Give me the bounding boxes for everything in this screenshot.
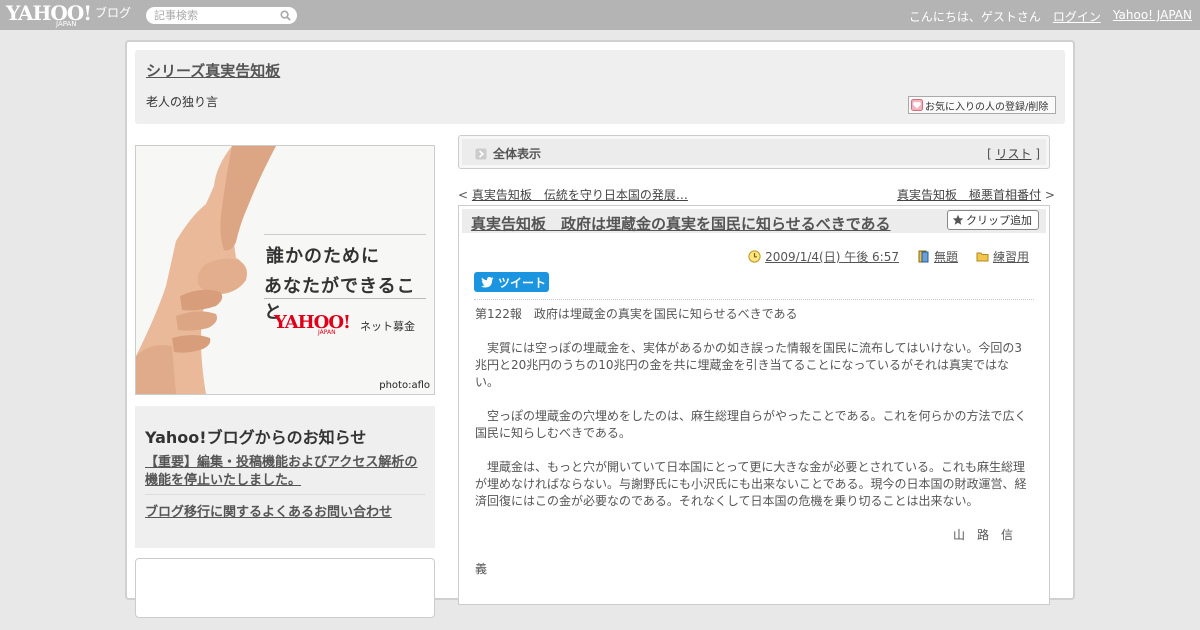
tweet-label: ツイート (498, 275, 547, 290)
article-paragraph: 第122報 政府は埋蔵金の真実を国民に知らせるべきである (475, 307, 798, 321)
view-all-bar: 全体表示 [ リスト ] (458, 135, 1050, 169)
charity-ad-banner[interactable]: 誰かのために あなたができること YAHOO! JAPAN ネット募金 phot… (135, 145, 435, 395)
prev-article-link[interactable]: 真実告知板 伝統を守り日本国の発展… (472, 188, 688, 202)
view-all-inner: 全体表示 [ リスト ] (462, 139, 1046, 165)
twitter-bird-icon (481, 276, 494, 287)
arrow-right-icon (475, 148, 487, 160)
favorite-register-label: お気に入りの人の登録/削除 (925, 101, 1049, 113)
yahoo-logo-text: YAHOO! JAPAN (6, 1, 92, 28)
next-article-nav: 真実告知板 極悪首相番付 > (897, 186, 1055, 203)
favorite-register-button[interactable]: お気に入りの人の登録/削除 (908, 96, 1056, 114)
list-bracket-close: ] (1031, 147, 1040, 161)
sidebar-module (135, 558, 435, 618)
list-link-wrapper: [ リスト ] (987, 145, 1040, 162)
handshake-photo (136, 146, 434, 394)
article-signature-end: 義 (475, 562, 488, 576)
list-link[interactable]: リスト (995, 147, 1031, 161)
notice-link-important[interactable]: 【重要】編集・投稿機能およびアクセス解析の機能を停止いたしました。 (145, 454, 427, 490)
yahoo-blog-logo[interactable]: YAHOO! JAPAN ブログ (6, 2, 131, 28)
article-paragraph: 埋蔵金は、もっと穴が開いていて日本国にとって更に大きな金が必要とされている。これ… (475, 460, 1027, 508)
article-paragraph: 空っぽの埋蔵金の穴埋めをしたのは、麻生総理自らがやったことである。これを何らかの… (475, 409, 1027, 440)
book-icon (918, 250, 929, 263)
top-links: こんにちは、ゲストさん ログイン Yahoo! JAPAN (909, 8, 1192, 25)
blog-description: 老人の独り言 (146, 95, 219, 109)
folder-icon (976, 252, 989, 262)
blog-frame: シリーズ真実告知板 老人の独り言 お気に入りの人の登録/削除 誰かのために あな… (125, 40, 1075, 618)
ad-yahoo-logo: YAHOO! (274, 312, 351, 333)
article: 真実告知板 政府は埋蔵金の真実を国民に知らせるべきである クリップ追加 2009… (458, 205, 1050, 605)
yahoo-japan-link[interactable]: Yahoo! JAPAN (1113, 8, 1192, 25)
next-article-link[interactable]: 真実告知板 極悪首相番付 (897, 188, 1041, 202)
ad-service-name: ネット募金 (360, 320, 415, 333)
article-body: 第122報 政府は埋蔵金の真実を国民に知らせるべきである 実質には空っぽの埋蔵金… (475, 306, 1031, 595)
ad-divider (264, 298, 426, 299)
article-theme-link[interactable]: 無題 (934, 248, 958, 265)
heart-icon (911, 99, 923, 111)
top-bar: YAHOO!JAPAN ブログ こんにちは、ゲストさん ログイン Yahoo! … (0, 0, 1200, 30)
prev-article-nav: < 真実告知板 伝統を守り日本国の発展… (458, 186, 688, 203)
notice-title: Yahoo!ブログからのお知らせ (145, 428, 367, 447)
yahoo-logo-sub: JAPAN (56, 20, 77, 28)
clock-icon (748, 250, 761, 263)
notice-divider (145, 494, 425, 495)
tweet-button[interactable]: ツイート (474, 272, 549, 292)
prev-mark: < (458, 188, 472, 202)
next-mark: > (1041, 188, 1055, 202)
article-paragraph: 実質には空っぽの埋蔵金を、実体があるかの如き誤った情報を国民に流布してはいけない… (475, 341, 1023, 389)
ad-yahoo-logo-sub: JAPAN (318, 329, 336, 336)
article-title[interactable]: 真実告知板 政府は埋蔵金の真実を国民に知らせるべきである (471, 213, 891, 234)
greeting-text: こんにちは、ゲストさん (908, 10, 1041, 24)
login-link[interactable]: ログイン (1053, 8, 1101, 25)
clip-add-button[interactable]: クリップ追加 (947, 210, 1039, 230)
article-category-link[interactable]: 練習用 (993, 248, 1029, 265)
article-divider (474, 299, 1034, 300)
blog-title[interactable]: シリーズ真実告知板 (146, 60, 280, 81)
article-date-link[interactable]: 2009/1/4(日) 午後 6:57 (765, 248, 899, 265)
notice-box: Yahoo!ブログからのお知らせ 【重要】編集・投稿機能およびアクセス解析の機能… (135, 406, 435, 548)
star-icon (952, 214, 964, 225)
article-header: 真実告知板 政府は埋蔵金の真実を国民に知らせるべきである クリップ追加 (462, 209, 1046, 233)
clip-add-label: クリップ追加 (966, 214, 1032, 227)
ad-divider-top (264, 234, 426, 235)
search-icon[interactable] (280, 10, 291, 21)
blog-header: シリーズ真実告知板 老人の独り言 お気に入りの人の登録/削除 (135, 50, 1065, 124)
notice-link-faq[interactable]: ブログ移行に関するよくあるお問い合わせ (145, 501, 392, 520)
article-meta: 2009/1/4(日) 午後 6:57 無題 練習用 (748, 248, 1029, 265)
blog-label: ブログ (95, 6, 132, 20)
search-box (146, 7, 297, 24)
ad-photo-credit: photo:aflo (379, 380, 430, 391)
view-all-label[interactable]: 全体表示 (493, 145, 541, 162)
search-input[interactable] (154, 7, 276, 24)
ad-headline-line1: 誰かのために (266, 246, 380, 267)
article-signature: 山 路 信 (952, 528, 1013, 542)
